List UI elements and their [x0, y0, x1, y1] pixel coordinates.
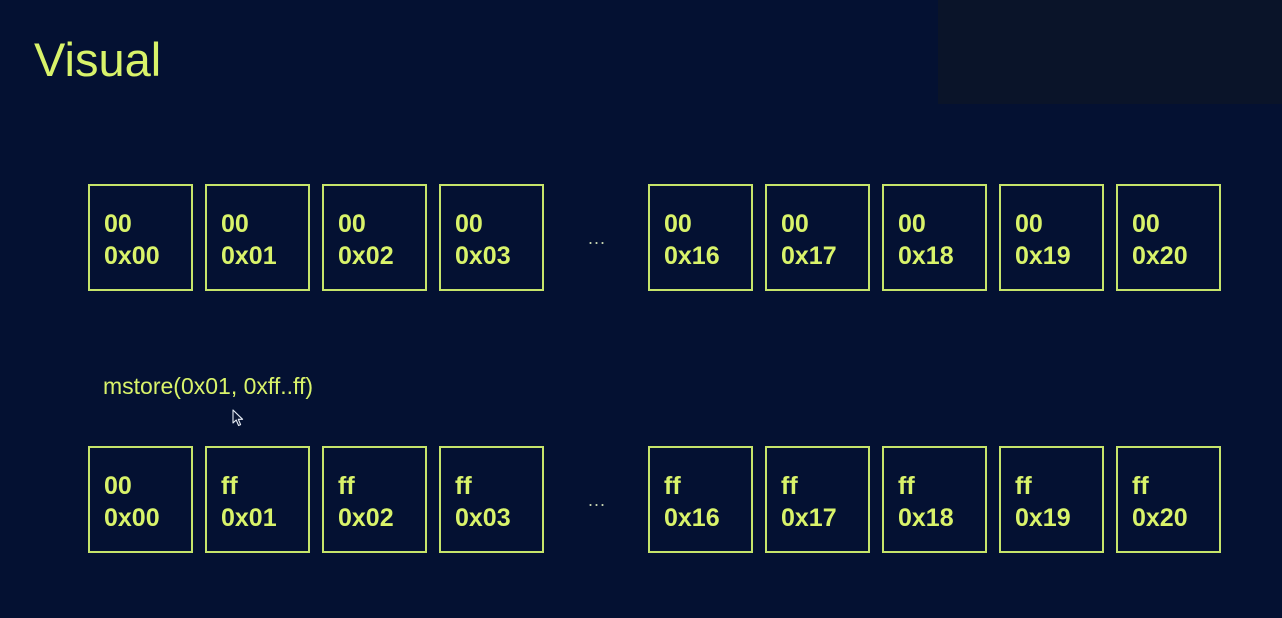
cell-address: 0x19: [1015, 242, 1071, 270]
cell-value: ff: [455, 472, 472, 500]
cell-address: 0x19: [1015, 504, 1071, 532]
memory-cell: ff 0x17: [765, 446, 870, 553]
memory-cell: ff 0x18: [882, 446, 987, 553]
cell-value: 00: [781, 210, 809, 238]
cell-address: 0x20: [1132, 504, 1188, 532]
cell-value: ff: [1132, 472, 1149, 500]
memory-cell: 00 0x16: [648, 184, 753, 291]
ellipsis: ...: [587, 228, 606, 248]
cell-value: ff: [781, 472, 798, 500]
memory-cell: ff 0x01: [205, 446, 310, 553]
memory-cell: 00 0x18: [882, 184, 987, 291]
cell-value: 00: [898, 210, 926, 238]
cell-address: 0x01: [221, 242, 277, 270]
cell-address: 0x20: [1132, 242, 1188, 270]
cell-address: 0x18: [898, 242, 954, 270]
cell-address: 0x17: [781, 242, 837, 270]
ellipsis: ...: [587, 490, 606, 510]
memory-row-after: 00 0x00 ff 0x01 ff 0x02 ff 0x03 ... ff 0…: [0, 446, 1282, 556]
cell-value: ff: [898, 472, 915, 500]
memory-row-before: 00 0x00 00 0x01 00 0x02 00 0x03 ... 00 0…: [0, 184, 1282, 294]
cell-value: ff: [1015, 472, 1032, 500]
mstore-command: mstore(0x01, 0xff..ff): [103, 373, 314, 399]
cell-address: 0x16: [664, 504, 720, 532]
cell-address: 0x03: [455, 504, 511, 532]
cell-value: 00: [1132, 210, 1160, 238]
cell-address: 0x18: [898, 504, 954, 532]
cell-value: ff: [221, 472, 238, 500]
cell-value: ff: [664, 472, 681, 500]
cell-value: 00: [455, 210, 483, 238]
memory-cell: 00 0x01: [205, 184, 310, 291]
memory-cell: ff 0x03: [439, 446, 544, 553]
cell-value: 00: [104, 472, 132, 500]
corner-shade: [938, 0, 1282, 104]
cell-address: 0x00: [104, 242, 160, 270]
memory-cell: 00 0x17: [765, 184, 870, 291]
cell-address: 0x01: [221, 504, 277, 532]
mouse-pointer-icon: [232, 409, 244, 427]
memory-cell: 00 0x19: [999, 184, 1104, 291]
memory-cell: 00 0x03: [439, 184, 544, 291]
slide-title: Visual: [34, 33, 162, 86]
cell-address: 0x02: [338, 242, 394, 270]
memory-cell: ff 0x16: [648, 446, 753, 553]
cell-value: 00: [221, 210, 249, 238]
cell-value: ff: [338, 472, 355, 500]
cell-value: 00: [338, 210, 366, 238]
cell-value: 00: [664, 210, 692, 238]
cell-address: 0x16: [664, 242, 720, 270]
cell-address: 0x00: [104, 504, 160, 532]
cell-address: 0x02: [338, 504, 394, 532]
cell-value: 00: [104, 210, 132, 238]
memory-cell: ff 0x02: [322, 446, 427, 553]
memory-cell: 00 0x20: [1116, 184, 1221, 291]
memory-cell: ff 0x19: [999, 446, 1104, 553]
cell-address: 0x03: [455, 242, 511, 270]
memory-cell: 00 0x02: [322, 184, 427, 291]
cell-value: 00: [1015, 210, 1043, 238]
memory-cell: 00 0x00: [88, 446, 193, 553]
memory-cell: 00 0x00: [88, 184, 193, 291]
cell-address: 0x17: [781, 504, 837, 532]
memory-cell: ff 0x20: [1116, 446, 1221, 553]
